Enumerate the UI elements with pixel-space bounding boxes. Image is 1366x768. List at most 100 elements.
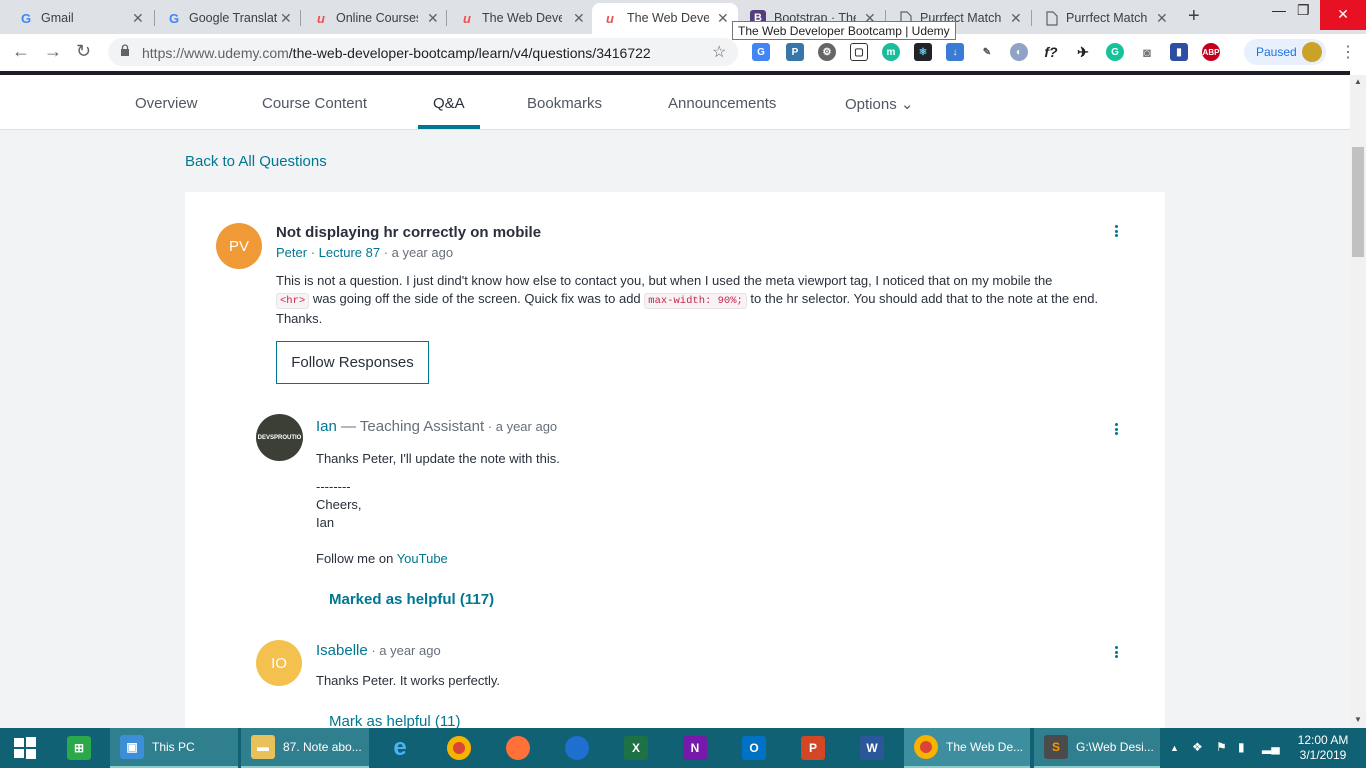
avatar[interactable]: DEVSPROUTIO: [256, 414, 303, 461]
tab-course-content[interactable]: Course Content: [262, 95, 367, 112]
close-icon[interactable]: ✕: [280, 10, 292, 27]
close-icon[interactable]: ✕: [132, 10, 144, 27]
show-hidden-icons-icon[interactable]: ▲: [1170, 743, 1179, 753]
close-icon[interactable]: ✕: [573, 10, 585, 27]
clock-date: 3/1/2019: [1299, 748, 1347, 762]
onenote-taskbar-icon[interactable]: N: [673, 728, 717, 768]
m-extension-icon[interactable]: m: [882, 43, 900, 61]
wifi-signal-icon[interactable]: ▂▄: [1262, 740, 1280, 754]
lecture-link[interactable]: Lecture 87: [319, 245, 380, 260]
dropbox-icon[interactable]: ❖: [1192, 740, 1203, 754]
author-link[interactable]: Peter: [276, 245, 307, 260]
bookmark-extension-icon[interactable]: ▮: [1170, 43, 1188, 61]
react-devtools-icon[interactable]: ⚛: [914, 43, 932, 61]
battery-icon[interactable]: ▮: [1238, 740, 1245, 754]
restore-icon[interactable]: ❐: [1297, 2, 1310, 19]
gear-extension-icon[interactable]: ⚙: [818, 43, 836, 61]
tab-qa[interactable]: Q&A: [433, 95, 465, 112]
reply-author-link[interactable]: Isabelle: [316, 642, 368, 659]
more-options-icon[interactable]: [1113, 646, 1119, 660]
address-bar[interactable]: https://www.udemy.com/the-web-developer-…: [108, 38, 738, 66]
firefox-taskbar-icon[interactable]: [496, 728, 540, 768]
scrollbar-thumb[interactable]: [1352, 147, 1364, 257]
browser-menu-icon[interactable]: ⋮: [1340, 42, 1356, 62]
reply-line: Thanks Peter, I'll update the note with …: [316, 451, 560, 466]
store-taskbar-icon[interactable]: ⊞: [55, 728, 103, 768]
powerpoint-taskbar-icon[interactable]: P: [791, 728, 835, 768]
back-to-questions-link[interactable]: Back to All Questions: [185, 153, 327, 170]
tab-announcements[interactable]: Announcements: [668, 95, 776, 112]
taskbar-chrome-window[interactable]: The Web De...: [904, 728, 1030, 768]
course-nav-tabs: Overview Course Content Q&A Bookmarks An…: [0, 75, 1350, 130]
mark-helpful-button[interactable]: Mark as helpful (11): [329, 713, 460, 728]
excel-taskbar-icon[interactable]: X: [614, 728, 658, 768]
tab-purrfect-match-2[interactable]: Purrfect Match ✕: [1030, 3, 1176, 34]
firefox-developer-icon: [565, 736, 589, 760]
tab-gmail[interactable]: G Gmail ✕: [0, 3, 154, 34]
helpful-button[interactable]: Marked as helpful (117): [329, 591, 494, 608]
reply-line: Cheers,: [316, 497, 362, 512]
word-icon: W: [860, 736, 884, 760]
new-tab-plus-icon[interactable]: +: [1188, 5, 1200, 28]
back-arrow-icon[interactable]: ←: [12, 41, 30, 62]
udemy-icon: u: [463, 10, 471, 26]
url-text[interactable]: https://www.udemy.com/the-web-developer-…: [142, 45, 651, 61]
scroll-up-arrow-icon[interactable]: ▲: [1354, 77, 1362, 86]
window-close-icon[interactable]: ✕: [1320, 0, 1366, 30]
close-icon[interactable]: ✕: [1156, 10, 1168, 27]
taskbar-folder[interactable]: ▬ 87. Note abo...: [241, 728, 369, 768]
more-options-icon[interactable]: [1113, 225, 1119, 239]
onenote-icon: N: [683, 736, 707, 760]
close-icon[interactable]: ✕: [717, 10, 729, 27]
ie-taskbar-icon[interactable]: e: [378, 728, 422, 768]
profile-paused-button[interactable]: Paused: [1244, 39, 1326, 65]
powerpoint-icon: P: [801, 736, 825, 760]
more-options-icon[interactable]: [1113, 423, 1119, 437]
tab-google-translate[interactable]: G Google Translat ✕: [148, 3, 298, 34]
forward-arrow-icon[interactable]: →: [44, 41, 62, 62]
close-icon[interactable]: ✕: [427, 10, 439, 27]
tab-bookmarks[interactable]: Bookmarks: [527, 95, 602, 112]
windows-start-icon[interactable]: [0, 728, 50, 768]
word-taskbar-icon[interactable]: W: [850, 728, 894, 768]
adblock-plus-icon[interactable]: ABP: [1202, 43, 1220, 61]
firefox-dev-taskbar-icon[interactable]: [555, 728, 599, 768]
tab-web-dev-active[interactable]: u The Web Devel ✕: [592, 3, 738, 34]
tab-overview[interactable]: Overview: [135, 95, 198, 112]
tab-online-courses[interactable]: u Online Courses ✕: [295, 3, 445, 34]
camera-icon[interactable]: ◙: [1138, 43, 1156, 61]
reply-author-link[interactable]: Ian: [316, 418, 337, 435]
taskbar-sublime-window[interactable]: S G:\Web Desi...: [1034, 728, 1160, 768]
whatfont-f-icon[interactable]: f?: [1042, 43, 1060, 61]
tab-web-dev-1[interactable]: u The Web Devel ✕: [441, 3, 591, 34]
reload-icon[interactable]: ↻: [76, 41, 91, 62]
system-clock[interactable]: 12:00 AM 3/1/2019: [1290, 733, 1356, 763]
flag-icon[interactable]: ⚑: [1216, 740, 1227, 754]
eyedropper-icon[interactable]: ✎: [978, 43, 996, 61]
scroll-down-arrow-icon[interactable]: ▼: [1354, 715, 1362, 724]
avatar[interactable]: PV: [216, 223, 262, 269]
whatfont-icon[interactable]: ◐: [1010, 43, 1028, 61]
close-icon[interactable]: ✕: [1010, 10, 1022, 27]
store-icon: ⊞: [67, 736, 91, 760]
lock-icon[interactable]: [120, 44, 130, 59]
avatar[interactable]: IO: [256, 640, 302, 686]
download-extension-icon[interactable]: ↓: [946, 43, 964, 61]
python-extension-icon[interactable]: P: [786, 43, 804, 61]
youtube-link[interactable]: YouTube: [397, 551, 448, 566]
screenshot-extension-icon[interactable]: ▢: [850, 43, 868, 61]
translate-extension-icon[interactable]: G: [752, 43, 770, 61]
follow-responses-button[interactable]: Follow Responses: [276, 341, 429, 384]
reply-line: Thanks Peter. It works perfectly.: [316, 673, 500, 688]
outlook-taskbar-icon[interactable]: O: [732, 728, 776, 768]
bird-extension-icon[interactable]: ✈: [1074, 43, 1092, 61]
chrome-taskbar-icon[interactable]: [437, 728, 481, 768]
paused-label: Paused: [1256, 45, 1297, 59]
outlook-icon: O: [742, 736, 766, 760]
bookmark-star-icon[interactable]: ☆: [712, 42, 726, 62]
taskbar-this-pc[interactable]: ▣ This PC: [110, 728, 238, 768]
page-scrollbar[interactable]: ▲ ▼: [1350, 75, 1366, 728]
minimize-icon[interactable]: —: [1272, 2, 1286, 18]
tab-options[interactable]: Options ⌄: [845, 95, 913, 113]
grammarly-icon[interactable]: G: [1106, 43, 1124, 61]
